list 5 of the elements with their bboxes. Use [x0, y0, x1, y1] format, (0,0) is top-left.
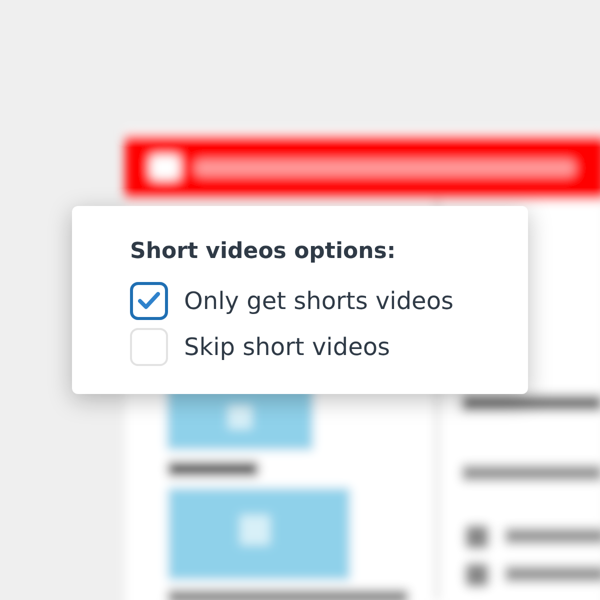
- option-label: Only get shorts videos: [184, 286, 454, 317]
- checkbox[interactable]: [130, 282, 168, 320]
- option-label: Skip short videos: [184, 332, 390, 363]
- check-icon: [138, 291, 160, 311]
- options-title: Short videos options:: [130, 238, 396, 266]
